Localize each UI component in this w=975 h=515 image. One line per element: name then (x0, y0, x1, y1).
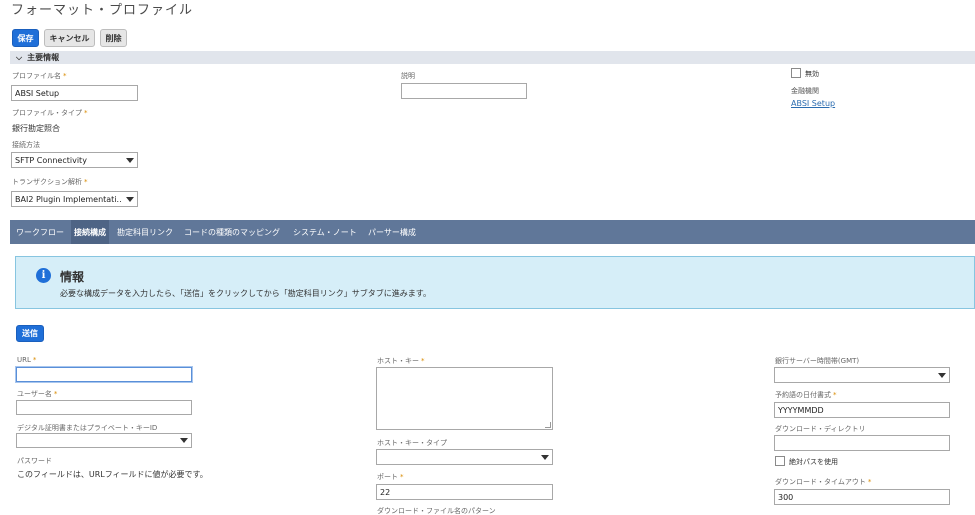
connection-method-select[interactable]: SFTP Connectivity (11, 152, 138, 168)
host-key-textarea[interactable] (376, 367, 553, 430)
dropdown-caret-icon (180, 438, 188, 443)
tab-parser-config[interactable]: パーサー構成 (368, 220, 416, 244)
username-label: ユーザー名 * (17, 390, 58, 398)
tab-connection-config[interactable]: 接続構成 (71, 220, 109, 244)
bank-timezone-select[interactable] (774, 367, 950, 383)
info-message: 必要な構成データを入力したら、「送信」をクリックしてから「勘定科目リンク」サブタ… (60, 289, 431, 298)
info-title: 情報 (60, 270, 85, 284)
dropdown-caret-icon (541, 454, 549, 460)
primary-info-section-header[interactable]: ⌵ 主要情報 (10, 51, 975, 64)
dropdown-caret-icon (126, 157, 134, 163)
delete-button[interactable]: 削除 (100, 29, 127, 47)
inactive-checkbox[interactable] (791, 68, 801, 78)
tab-workflow[interactable]: ワークフロー (16, 220, 64, 244)
profile-name-input[interactable]: ABSI Setup (11, 85, 138, 101)
host-key-label: ホスト・キー * (377, 357, 425, 365)
connection-method-label: 接続方法 (12, 141, 40, 149)
download-timeout-label: ダウンロード・タイムアウト * (775, 478, 872, 486)
absolute-path-label: 絶対パスを使用 (789, 458, 838, 466)
download-timeout-input[interactable]: 300 (774, 489, 950, 505)
description-input[interactable] (401, 83, 527, 99)
host-key-type-select[interactable] (376, 449, 553, 465)
info-icon: i (36, 268, 51, 283)
date-format-input[interactable]: YYYYMMDD (774, 402, 950, 418)
inactive-label: 無効 (805, 70, 819, 78)
username-input[interactable] (16, 400, 192, 415)
profile-name-label: プロファイル名 * (12, 72, 67, 80)
url-label: URL * (17, 356, 37, 364)
download-file-pattern-label: ダウンロード・ファイル名のパターン (377, 507, 496, 515)
transaction-parser-label: トランザクション解析 * (12, 178, 88, 186)
profile-type-label: プロファイル・タイプ * (12, 109, 88, 117)
cert-key-id-select[interactable] (16, 433, 192, 448)
cancel-button[interactable]: キャンセル (44, 29, 95, 47)
date-format-label: 予約語の日付書式 * (775, 391, 837, 399)
bank-timezone-label: 銀行サーバー時間帯(GMT) (775, 357, 860, 365)
port-input[interactable]: 22 (376, 484, 553, 500)
tab-system-notes[interactable]: システム・ノート (293, 220, 357, 244)
financial-institution-label: 金融機関 (791, 87, 819, 95)
port-label: ポート * (377, 473, 404, 481)
chevron-down-icon: ⌵ (16, 52, 23, 62)
description-label: 説明 (401, 72, 415, 80)
url-input[interactable] (16, 367, 192, 382)
cert-key-id-label: デジタル証明書またはプライベート・キーID (17, 424, 158, 432)
info-banner (15, 256, 975, 309)
dropdown-caret-icon (126, 196, 134, 202)
profile-type-value: 銀行勘定照合 (12, 124, 60, 133)
save-button[interactable]: 保存 (12, 29, 39, 47)
download-dir-label: ダウンロード・ディレクトリ (775, 425, 866, 433)
financial-institution-link[interactable]: ABSI Setup (791, 99, 835, 108)
dropdown-caret-icon (938, 372, 946, 378)
host-key-type-label: ホスト・キー・タイプ (377, 439, 447, 447)
tab-code-type-mapping[interactable]: コードの種類のマッピング (184, 220, 280, 244)
password-note: このフィールドは、URLフィールドに値が必要です。 (17, 470, 208, 479)
tab-account-link[interactable]: 勘定科目リンク (117, 220, 173, 244)
page-title: フォーマット・プロファイル (11, 3, 194, 18)
absolute-path-checkbox[interactable] (775, 456, 785, 466)
section-title: 主要情報 (27, 53, 60, 62)
transaction-parser-select[interactable]: BAI2 Plugin Implementati... (11, 191, 138, 207)
download-dir-input[interactable] (774, 435, 950, 451)
submit-button[interactable]: 送信 (16, 325, 44, 342)
password-label: パスワード (17, 457, 52, 465)
